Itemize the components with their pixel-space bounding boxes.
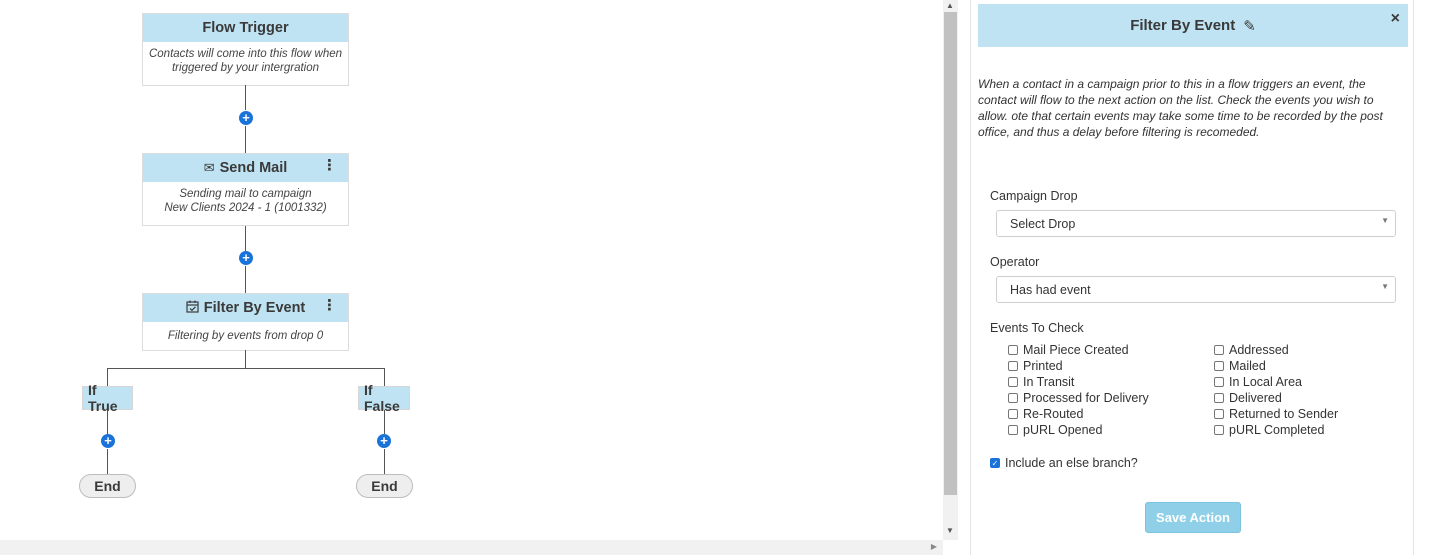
panel-description: When a contact in a campaign prior to th… bbox=[978, 77, 1383, 139]
checkbox-box[interactable] bbox=[1008, 377, 1018, 387]
branch-if-true[interactable]: If True bbox=[82, 382, 133, 414]
operator-select[interactable]: Has had event ▼ bbox=[996, 276, 1396, 303]
add-step-plus-icon[interactable]: + bbox=[101, 434, 115, 448]
event-checkbox[interactable]: pURL Opened bbox=[1008, 423, 1102, 437]
connector-line bbox=[384, 410, 385, 434]
event-label: Mailed bbox=[1229, 359, 1266, 373]
connector-line bbox=[107, 449, 108, 474]
horizontal-scrollbar[interactable]: ▶ bbox=[0, 540, 943, 555]
branch-if-false[interactable]: If False bbox=[358, 382, 410, 414]
campaign-drop-value: Select Drop bbox=[1010, 217, 1076, 231]
event-label: In Local Area bbox=[1229, 375, 1302, 389]
checkbox-box[interactable] bbox=[1214, 361, 1224, 371]
filter-title: Filter By Event bbox=[203, 300, 306, 316]
event-checkbox[interactable]: Processed for Delivery bbox=[1008, 391, 1149, 405]
event-checkbox[interactable]: Mailed bbox=[1214, 359, 1266, 373]
event-checkbox[interactable]: pURL Completed bbox=[1214, 423, 1324, 437]
flow-trigger-description: Contacts will come into this flow when t… bbox=[148, 48, 343, 74]
calendar-check-icon bbox=[186, 300, 199, 316]
event-checkbox[interactable]: In Transit bbox=[1008, 375, 1074, 389]
campaign-drop-select[interactable]: Select Drop ▼ bbox=[996, 210, 1396, 237]
panel-header: Filter By Event ✎ × bbox=[978, 4, 1408, 47]
pencil-icon[interactable]: ✎ bbox=[1243, 17, 1256, 35]
dropdown-caret-icon: ▼ bbox=[1381, 216, 1389, 225]
connector-line bbox=[245, 126, 246, 153]
event-checkbox[interactable]: Delivered bbox=[1214, 391, 1282, 405]
event-label: Addressed bbox=[1229, 343, 1289, 357]
connector-line bbox=[107, 410, 108, 434]
checkbox-box[interactable] bbox=[1214, 377, 1224, 387]
filter-by-event-node[interactable]: Filter By Event ⋮ Filtering by events fr… bbox=[142, 293, 349, 351]
else-branch-checkbox[interactable]: ✓ Include an else branch? bbox=[990, 456, 1138, 470]
connector-line bbox=[245, 266, 246, 293]
checkbox-box[interactable] bbox=[1008, 393, 1018, 403]
save-action-button[interactable]: Save Action bbox=[1145, 502, 1241, 533]
event-label: Printed bbox=[1023, 359, 1063, 373]
send-mail-node[interactable]: ✉ Send Mail ⋮ Sending mail to campaign N… bbox=[142, 153, 349, 226]
event-label: In Transit bbox=[1023, 375, 1075, 389]
send-mail-title: Send Mail bbox=[219, 160, 288, 176]
panel-title: Filter By Event bbox=[1130, 17, 1236, 34]
send-mail-description: Sending mail to campaign New Clients 202… bbox=[143, 182, 348, 225]
action-settings-panel: Filter By Event ✎ × When a contact in a … bbox=[970, 0, 1414, 555]
scroll-up-arrow-icon[interactable]: ▲ bbox=[946, 1, 954, 10]
event-checkbox[interactable]: Re-Routed bbox=[1008, 407, 1083, 421]
end-node-false: End bbox=[356, 474, 413, 498]
connector-line bbox=[384, 449, 385, 474]
checkbox-box[interactable] bbox=[1214, 425, 1224, 435]
filter-menu-icon[interactable]: ⋮ bbox=[322, 298, 337, 314]
event-label: Mail Piece Created bbox=[1023, 343, 1129, 357]
filter-description: Filtering by events from drop 0 bbox=[167, 330, 324, 342]
send-mail-line2: New Clients 2024 - 1 (1001332) bbox=[164, 202, 327, 214]
event-label: Returned to Sender bbox=[1229, 407, 1339, 421]
event-label: Re-Routed bbox=[1023, 407, 1084, 421]
checkbox-box[interactable] bbox=[1214, 345, 1224, 355]
flow-trigger-title: Flow Trigger bbox=[202, 20, 289, 36]
event-checkbox[interactable]: Addressed bbox=[1214, 343, 1289, 357]
events-to-check-label: Events To Check bbox=[990, 321, 1084, 335]
branch-split-line bbox=[107, 368, 385, 369]
checkbox-box[interactable] bbox=[1008, 425, 1018, 435]
checkbox-box[interactable] bbox=[1214, 393, 1224, 403]
connector-line bbox=[245, 85, 246, 110]
checkbox-box[interactable] bbox=[1214, 409, 1224, 419]
checkbox-box[interactable] bbox=[1008, 361, 1018, 371]
end-node-true: End bbox=[79, 474, 136, 498]
operator-label: Operator bbox=[990, 255, 1040, 269]
connector-line bbox=[245, 350, 246, 368]
event-label: Processed for Delivery bbox=[1023, 391, 1149, 405]
scroll-down-arrow-icon[interactable]: ▼ bbox=[946, 526, 954, 535]
event-checkbox[interactable]: Mail Piece Created bbox=[1008, 343, 1129, 357]
add-step-plus-icon[interactable]: + bbox=[239, 111, 253, 125]
flow-canvas: Flow Trigger Contacts will come into thi… bbox=[0, 0, 943, 540]
event-checkbox[interactable]: Returned to Sender bbox=[1214, 407, 1338, 421]
send-mail-line1: Sending mail to campaign bbox=[179, 188, 312, 200]
event-label: Delivered bbox=[1229, 391, 1282, 405]
send-mail-header: ✉ Send Mail ⋮ bbox=[143, 154, 348, 182]
close-icon[interactable]: × bbox=[1391, 10, 1400, 28]
send-mail-menu-icon[interactable]: ⋮ bbox=[322, 158, 337, 174]
flow-trigger-header: Flow Trigger bbox=[143, 14, 348, 42]
event-label: pURL Opened bbox=[1023, 423, 1103, 437]
event-checkbox[interactable]: In Local Area bbox=[1214, 375, 1302, 389]
filter-header: Filter By Event ⋮ bbox=[143, 294, 348, 322]
vertical-scrollbar[interactable]: ▲ ▼ bbox=[943, 0, 958, 540]
campaign-drop-label: Campaign Drop bbox=[990, 189, 1078, 203]
add-step-plus-icon[interactable]: + bbox=[239, 251, 253, 265]
checkbox-box[interactable] bbox=[1008, 345, 1018, 355]
add-step-plus-icon[interactable]: + bbox=[377, 434, 391, 448]
connector-line bbox=[245, 226, 246, 251]
dropdown-caret-icon: ▼ bbox=[1381, 282, 1389, 291]
scroll-right-arrow-icon[interactable]: ▶ bbox=[931, 542, 937, 551]
operator-value: Has had event bbox=[1010, 283, 1091, 297]
checkbox-box[interactable] bbox=[1008, 409, 1018, 419]
event-checkbox[interactable]: Printed bbox=[1008, 359, 1063, 373]
checkmark-icon[interactable]: ✓ bbox=[990, 458, 1000, 468]
envelope-icon: ✉ bbox=[203, 160, 215, 175]
event-label: pURL Completed bbox=[1229, 423, 1325, 437]
flow-trigger-node[interactable]: Flow Trigger Contacts will come into thi… bbox=[142, 13, 349, 86]
else-branch-label: Include an else branch? bbox=[1005, 456, 1138, 470]
scrollbar-thumb[interactable] bbox=[944, 12, 957, 495]
